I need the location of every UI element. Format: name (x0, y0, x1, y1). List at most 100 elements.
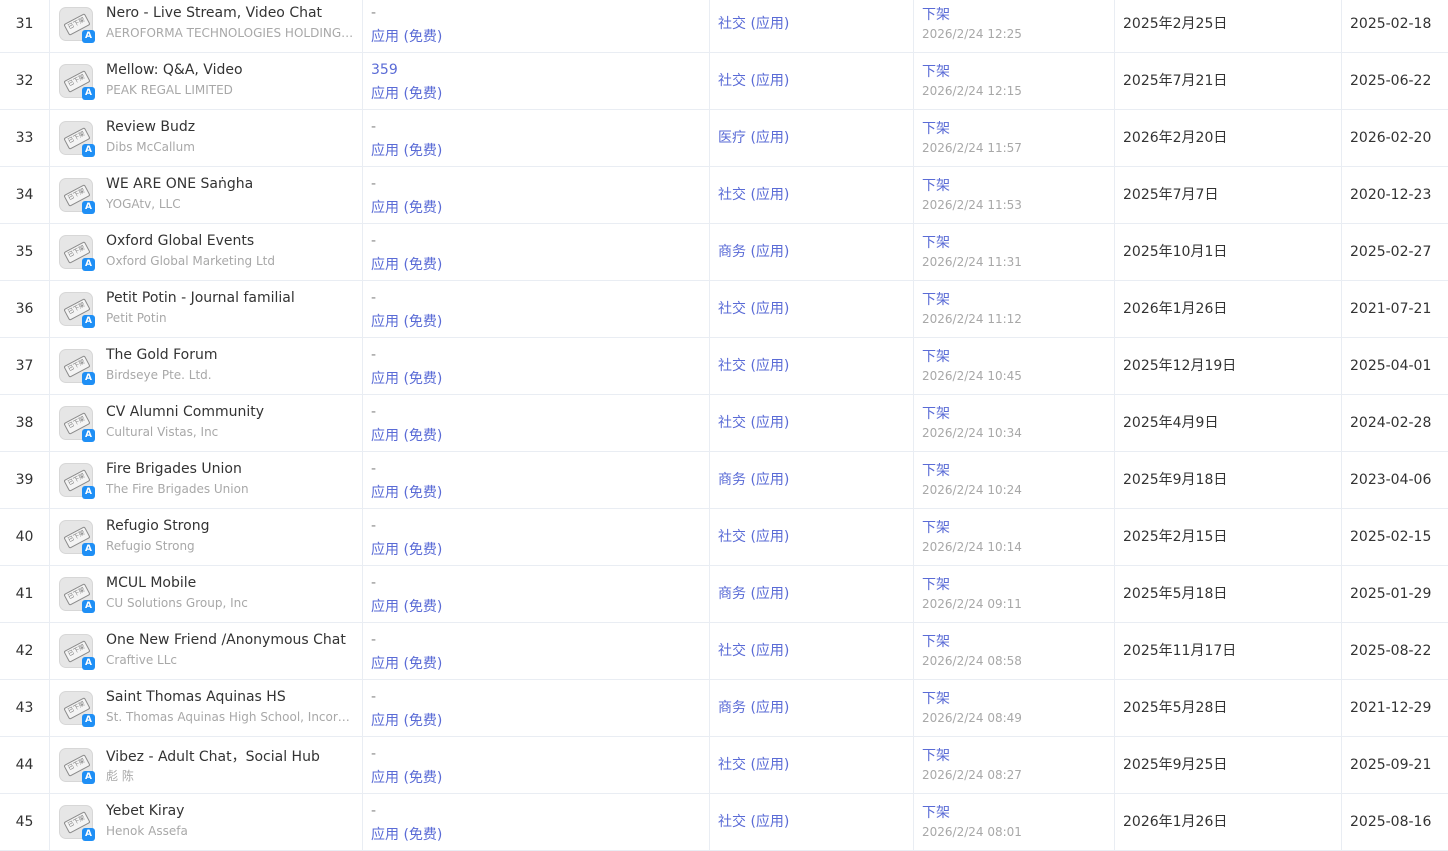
category-link[interactable]: 商务 (应用) (718, 680, 789, 737)
price-link[interactable]: 应用 (免费) (371, 767, 442, 787)
app-name[interactable]: Mellow: Q&A, Video (106, 62, 243, 78)
app-cell[interactable]: 已下架 A Refugio Strong Refugio Strong (50, 509, 362, 566)
app-icon[interactable]: 已下架 A (59, 748, 95, 784)
category-link[interactable]: 商务 (应用) (718, 224, 789, 281)
table-row[interactable]: 31 已下架 A Nero - Live Stream, Video Chat … (0, 0, 1448, 53)
app-cell[interactable]: 已下架 A Review Budz Dibs McCallum (50, 110, 362, 167)
app-name[interactable]: WE ARE ONE Saṅgha (106, 176, 253, 192)
price-link[interactable]: 应用 (免费) (371, 83, 442, 103)
table-row[interactable]: 40 已下架 A Refugio Strong Refugio Strong -… (0, 509, 1448, 566)
price-link[interactable]: 应用 (免费) (371, 425, 442, 445)
app-name[interactable]: Nero - Live Stream, Video Chat (106, 5, 322, 21)
app-name[interactable]: Fire Brigades Union (106, 461, 242, 477)
status-link[interactable]: 下架 (922, 175, 950, 195)
app-icon[interactable]: 已下架 A (59, 691, 95, 727)
app-cell[interactable]: 已下架 A CV Alumni Community Cultural Vista… (50, 395, 362, 452)
price-link[interactable]: 应用 (免费) (371, 653, 442, 673)
app-icon[interactable]: 已下架 A (59, 178, 95, 214)
status-link[interactable]: 下架 (922, 631, 950, 651)
table-row[interactable]: 39 已下架 A Fire Brigades Union The Fire Br… (0, 452, 1448, 509)
app-cell[interactable]: 已下架 A WE ARE ONE Saṅgha YOGAtv, LLC (50, 167, 362, 224)
app-icon[interactable]: 已下架 A (59, 121, 95, 157)
app-icon[interactable]: 已下架 A (59, 406, 95, 442)
table-row[interactable]: 34 已下架 A WE ARE ONE Saṅgha YOGAtv, LLC -… (0, 167, 1448, 224)
app-name[interactable]: Vibez - Adult Chat，Social Hub (106, 746, 320, 766)
app-name[interactable]: Saint Thomas Aquinas HS (106, 689, 286, 705)
price-link[interactable]: 应用 (免费) (371, 539, 442, 559)
app-icon[interactable]: 已下架 A (59, 805, 95, 841)
category-link[interactable]: 社交 (应用) (718, 395, 789, 452)
app-cell[interactable]: 已下架 A Vibez - Adult Chat，Social Hub 彪 陈 (50, 737, 362, 794)
app-cell[interactable]: 已下架 A Saint Thomas Aquinas HS St. Thomas… (50, 680, 362, 737)
app-name[interactable]: One New Friend /Anonymous Chat (106, 632, 346, 648)
category-link[interactable]: 社交 (应用) (718, 281, 789, 338)
category-link[interactable]: 社交 (应用) (718, 737, 789, 794)
price-link[interactable]: 应用 (免费) (371, 368, 442, 388)
app-cell[interactable]: 已下架 A Fire Brigades Union The Fire Briga… (50, 452, 362, 509)
app-name[interactable]: Yebet Kiray (106, 803, 184, 819)
category-link[interactable]: 社交 (应用) (718, 53, 789, 110)
status-link[interactable]: 下架 (922, 61, 950, 81)
price-link[interactable]: 应用 (免费) (371, 824, 442, 844)
status-link[interactable]: 下架 (922, 403, 950, 423)
app-icon[interactable]: 已下架 A (59, 520, 95, 556)
category-link[interactable]: 医疗 (应用) (718, 110, 789, 167)
price-link[interactable]: 应用 (免费) (371, 596, 442, 616)
table-row[interactable]: 42 已下架 A One New Friend /Anonymous Chat … (0, 623, 1448, 680)
app-icon[interactable]: 已下架 A (59, 634, 95, 670)
app-name[interactable]: Oxford Global Events (106, 233, 254, 249)
price-link[interactable]: 应用 (免费) (371, 710, 442, 730)
status-link[interactable]: 下架 (922, 118, 950, 138)
status-link[interactable]: 下架 (922, 745, 950, 765)
status-link[interactable]: 下架 (922, 289, 950, 309)
app-cell[interactable]: 已下架 A The Gold Forum Birdseye Pte. Ltd. (50, 338, 362, 395)
app-cell[interactable]: 已下架 A One New Friend /Anonymous Chat Cra… (50, 623, 362, 680)
category-link[interactable]: 社交 (应用) (718, 509, 789, 566)
table-row[interactable]: 37 已下架 A The Gold Forum Birdseye Pte. Lt… (0, 338, 1448, 395)
table-row[interactable]: 45 已下架 A Yebet Kiray Henok Assefa - 应用 (… (0, 794, 1448, 851)
table-row[interactable]: 33 已下架 A Review Budz Dibs McCallum - 应用 … (0, 110, 1448, 167)
status-link[interactable]: 下架 (922, 517, 950, 537)
table-row[interactable]: 36 已下架 A Petit Potin - Journal familial … (0, 281, 1448, 338)
app-cell[interactable]: 已下架 A Mellow: Q&A, Video PEAK REGAL LIMI… (50, 53, 362, 110)
app-icon[interactable]: 已下架 A (59, 463, 95, 499)
app-icon[interactable]: 已下架 A (59, 7, 95, 43)
table-row[interactable]: 32 已下架 A Mellow: Q&A, Video PEAK REGAL L… (0, 53, 1448, 110)
app-name[interactable]: Refugio Strong (106, 518, 209, 534)
status-link[interactable]: 下架 (922, 4, 950, 24)
app-name[interactable]: Review Budz (106, 119, 195, 135)
price-link[interactable]: 应用 (免费) (371, 482, 442, 502)
status-link[interactable]: 下架 (922, 688, 950, 708)
category-link[interactable]: 社交 (应用) (718, 338, 789, 395)
status-link[interactable]: 下架 (922, 346, 950, 366)
app-icon[interactable]: 已下架 A (59, 577, 95, 613)
app-icon[interactable]: 已下架 A (59, 64, 95, 100)
category-link[interactable]: 商务 (应用) (718, 566, 789, 623)
app-cell[interactable]: 已下架 A Oxford Global Events Oxford Global… (50, 224, 362, 281)
category-link[interactable]: 社交 (应用) (718, 794, 789, 851)
price-link[interactable]: 应用 (免费) (371, 311, 442, 331)
table-row[interactable]: 43 已下架 A Saint Thomas Aquinas HS St. Tho… (0, 680, 1448, 737)
table-row[interactable]: 44 已下架 A Vibez - Adult Chat，Social Hub 彪… (0, 737, 1448, 794)
table-row[interactable]: 41 已下架 A MCUL Mobile CU Solutions Group,… (0, 566, 1448, 623)
app-name[interactable]: The Gold Forum (106, 347, 218, 363)
status-link[interactable]: 下架 (922, 802, 950, 822)
category-link[interactable]: 商务 (应用) (718, 452, 789, 509)
price-link[interactable]: 应用 (免费) (371, 197, 442, 217)
app-icon[interactable]: 已下架 A (59, 292, 95, 328)
app-cell[interactable]: 已下架 A Yebet Kiray Henok Assefa (50, 794, 362, 851)
app-name[interactable]: MCUL Mobile (106, 575, 196, 591)
price-link[interactable]: 应用 (免费) (371, 26, 442, 46)
downloads-value[interactable]: 359 (371, 62, 398, 78)
category-link[interactable]: 社交 (应用) (718, 167, 789, 224)
app-cell[interactable]: 已下架 A MCUL Mobile CU Solutions Group, In… (50, 566, 362, 623)
table-row[interactable]: 35 已下架 A Oxford Global Events Oxford Glo… (0, 224, 1448, 281)
status-link[interactable]: 下架 (922, 574, 950, 594)
price-link[interactable]: 应用 (免费) (371, 254, 442, 274)
status-link[interactable]: 下架 (922, 232, 950, 252)
category-link[interactable]: 社交 (应用) (718, 623, 789, 680)
app-icon[interactable]: 已下架 A (59, 349, 95, 385)
table-row[interactable]: 38 已下架 A CV Alumni Community Cultural Vi… (0, 395, 1448, 452)
app-name[interactable]: CV Alumni Community (106, 404, 264, 420)
category-link[interactable]: 社交 (应用) (718, 0, 789, 53)
